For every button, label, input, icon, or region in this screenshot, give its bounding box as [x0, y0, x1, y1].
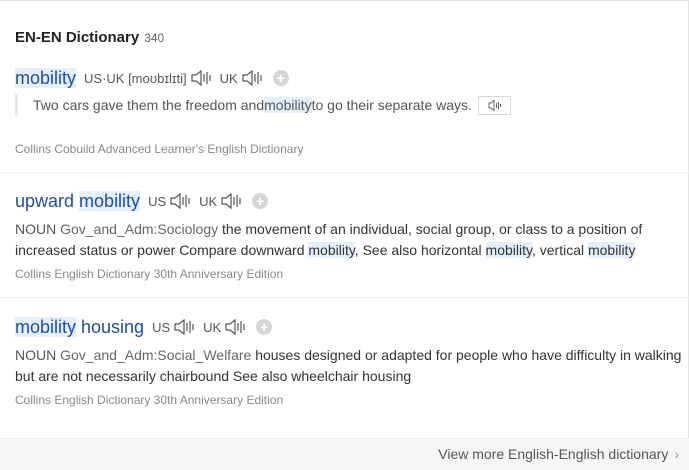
definition-text: , vertical: [531, 242, 588, 258]
headword-highlight: mobility: [79, 190, 141, 211]
entry-headline: mobility US·UK [moʊbɪlɪti] UK +: [15, 66, 689, 90]
entry-headline: mobility housing US UK +: [15, 315, 689, 339]
entry-mobility: mobility US·UK [moʊbɪlɪti] UK + Two cars…: [15, 66, 689, 162]
definition: NOUN Gov_and_Adm:Sociology the movement …: [15, 219, 689, 261]
add-wordbook-plus-icon[interactable]: +: [272, 70, 289, 86]
entry-mobility-housing: mobility housing US UK + NOUN Gov_and_Ad…: [15, 315, 689, 415]
example-text: Two cars gave them the freedom and: [33, 97, 265, 113]
speaker-icon[interactable]: [220, 192, 242, 210]
entry-upward-mobility: upward mobility US UK + NOUN Gov_and_Adm…: [15, 189, 689, 289]
view-more-link[interactable]: View more English-English dictionary ›: [438, 446, 679, 462]
subject-domain: Gov_and_Adm:Sociology: [60, 221, 219, 237]
example-sentence: Two cars gave them the freedom and mobil…: [15, 94, 511, 116]
speaker-icon[interactable]: [173, 318, 195, 336]
dictionary-source: Collins English Dictionary 30th Annivers…: [15, 393, 284, 407]
add-wordbook-plus-icon[interactable]: +: [256, 319, 273, 335]
chevron-right-icon: ›: [674, 446, 679, 462]
part-of-speech: NOUN: [15, 221, 57, 237]
pron-us-label: US: [148, 193, 167, 209]
pron-uk-label: UK: [199, 193, 218, 209]
definition-highlight: mobility: [587, 242, 636, 258]
view-more-label: View more English-English dictionary: [438, 446, 669, 462]
definition-text: , See also horizontal: [354, 242, 486, 258]
headword-highlight: mobility: [15, 67, 77, 88]
top-border: [0, 0, 689, 1]
section-header: EN-EN Dictionary 340: [15, 29, 164, 46]
headword[interactable]: upward mobility: [15, 190, 141, 212]
part-of-speech: NOUN: [15, 347, 57, 363]
pron-us-label: US·UK [moʊbɪlɪti]: [84, 70, 187, 86]
example-speaker-icon[interactable]: [477, 95, 511, 115]
headword-text: housing: [76, 316, 145, 337]
headword[interactable]: mobility housing: [15, 316, 145, 338]
entry-divider: [0, 172, 689, 173]
entry-headline: upward mobility US UK +: [15, 189, 689, 213]
example-text: to go their separate ways.: [311, 97, 472, 113]
pron-us-label: US: [152, 319, 171, 335]
pron-uk-label: UK: [219, 70, 238, 86]
definition-highlight: mobility: [308, 242, 355, 258]
headword-highlight: mobility: [15, 316, 77, 337]
pron-uk-label: UK: [203, 319, 222, 335]
dictionary-source: Collins English Dictionary 30th Annivers…: [15, 267, 284, 281]
speaker-icon[interactable]: [190, 69, 212, 87]
entry-divider: [0, 297, 689, 298]
headword[interactable]: mobility: [15, 67, 77, 89]
section-title: EN-EN Dictionary: [15, 29, 140, 46]
result-count: 340: [144, 31, 165, 45]
definition-highlight: mobility: [485, 242, 532, 258]
subject-domain: Gov_and_Adm:Social_Welfare: [60, 347, 252, 363]
dictionary-source: Collins Cobuild Advanced Learner's Engli…: [15, 142, 304, 156]
add-wordbook-plus-icon[interactable]: +: [252, 193, 269, 209]
example-highlight: mobility: [264, 97, 312, 113]
speaker-icon[interactable]: [169, 192, 191, 210]
definition: NOUN Gov_and_Adm:Social_Welfare houses d…: [15, 345, 689, 387]
speaker-icon[interactable]: [224, 318, 246, 336]
headword-text: upward: [15, 190, 80, 211]
speaker-icon[interactable]: [241, 69, 263, 87]
view-more-bar: View more English-English dictionary ›: [0, 438, 689, 470]
